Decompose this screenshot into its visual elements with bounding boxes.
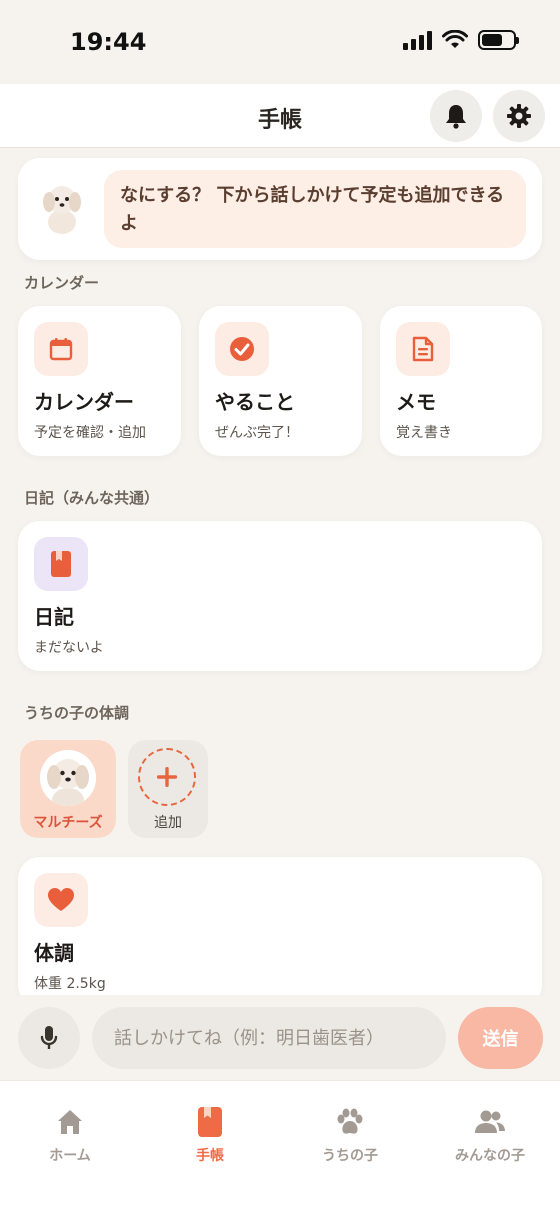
signal-icon	[403, 30, 432, 50]
send-button[interactable]: 送信	[458, 1007, 543, 1069]
greeting-bubble: なにする？ 下から話しかけて予定も追加できるよ	[104, 170, 526, 248]
todo-tile-subtitle: ぜんぶ完了！	[215, 425, 299, 441]
tab-everyone-pets[interactable]: みんなの子	[420, 1105, 560, 1165]
status-time: 19:44	[70, 28, 147, 56]
battery-icon	[478, 30, 519, 50]
health-tile-title: 体調	[34, 941, 74, 965]
check-circle-icon	[230, 337, 254, 361]
section-label-health: うちの子の体調	[24, 704, 130, 722]
dog-photo-icon	[40, 750, 96, 806]
composer-bar: 送信	[0, 995, 560, 1080]
memo-tile-title: メモ	[396, 390, 436, 414]
tab-my-pet-label: うちの子	[322, 1148, 378, 1164]
wifi-icon	[442, 30, 468, 48]
todo-tile[interactable]: やること ぜんぶ完了！	[199, 306, 362, 456]
tab-everyone-pets-label: みんなの子	[455, 1148, 525, 1164]
app-header: 手帳	[0, 84, 560, 148]
diary-tile-subtitle: まだないよ	[34, 640, 104, 656]
tab-my-pet[interactable]: うちの子	[280, 1105, 420, 1165]
section-label-diary: 日記（みんな共通）	[24, 489, 160, 507]
plus-icon	[157, 767, 177, 787]
notebook-icon	[198, 1107, 222, 1137]
section-label-calendar: カレンダー	[24, 274, 100, 292]
pet-avatar	[40, 750, 96, 806]
add-circle	[138, 748, 196, 806]
add-pet-button[interactable]: 追加	[128, 740, 208, 838]
memo-tile[interactable]: メモ 覚え書き	[380, 306, 542, 456]
todo-tile-icon-bg	[215, 322, 269, 376]
health-tile-subtitle: 体重 2.5kg	[34, 976, 106, 992]
calendar-tile-title: カレンダー	[34, 390, 134, 414]
greeting-card: なにする？ 下から話しかけて予定も追加できるよ	[18, 158, 542, 260]
health-tile-icon-bg	[34, 873, 88, 927]
calendar-icon	[49, 338, 73, 361]
calendar-tile-icon-bg	[34, 322, 88, 376]
paw-icon	[337, 1108, 363, 1134]
tab-home[interactable]: ホーム	[0, 1105, 140, 1165]
calendar-tile-subtitle: 予定を確認・追加	[34, 425, 146, 441]
chat-input[interactable]	[92, 1007, 446, 1069]
status-icons	[403, 30, 519, 50]
book-icon	[51, 551, 71, 577]
tab-bar: ホーム 手帳 うちの子 みんなの子	[0, 1080, 560, 1214]
home-icon	[58, 1110, 82, 1134]
diary-tile[interactable]: 日記 まだないよ	[18, 521, 542, 671]
dog-avatar-icon	[43, 186, 81, 234]
tab-notebook[interactable]: 手帳	[140, 1105, 280, 1165]
diary-tile-title: 日記	[34, 605, 74, 629]
pet-name: マルチーズ	[33, 815, 103, 831]
gear-icon	[507, 104, 531, 128]
tab-home-label: ホーム	[49, 1148, 91, 1164]
diary-tile-icon-bg	[34, 537, 88, 591]
notifications-button[interactable]	[430, 90, 482, 142]
heart-icon	[48, 888, 74, 911]
memo-tile-icon-bg	[396, 322, 450, 376]
pet-chip-maltese[interactable]: マルチーズ	[20, 740, 116, 838]
settings-button[interactable]	[493, 90, 545, 142]
memo-tile-subtitle: 覚え書き	[396, 425, 452, 441]
document-icon	[412, 336, 434, 362]
add-pet-label: 追加	[154, 815, 182, 831]
todo-tile-title: やること	[215, 390, 295, 414]
tab-notebook-label: 手帳	[196, 1148, 224, 1164]
microphone-icon	[40, 1026, 58, 1049]
people-icon	[475, 1110, 505, 1133]
voice-input-button[interactable]	[18, 1007, 80, 1069]
bell-icon	[446, 105, 466, 129]
calendar-tile[interactable]: カレンダー 予定を確認・追加	[18, 306, 181, 456]
health-tile[interactable]: 体調 体重 2.5kg	[18, 857, 542, 1007]
status-bar: 19:44	[0, 0, 560, 84]
